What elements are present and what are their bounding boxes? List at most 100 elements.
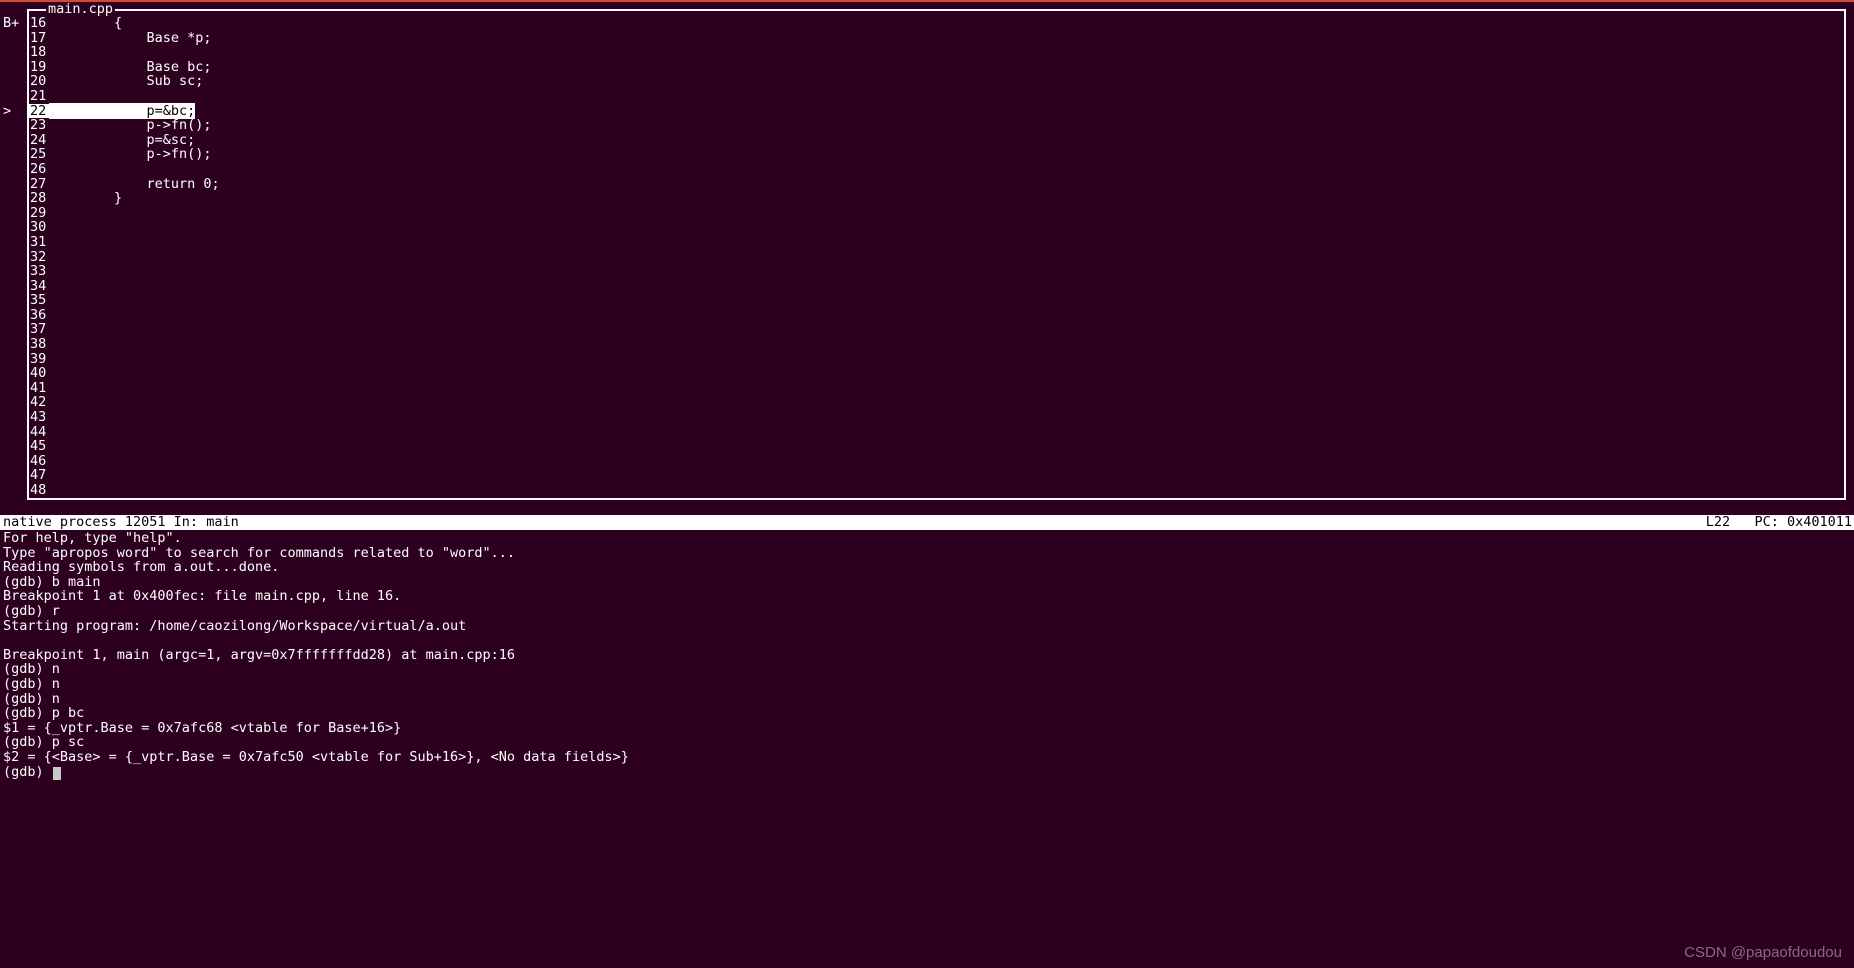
line-number: 33 (29, 264, 49, 279)
console-line (3, 633, 1851, 648)
source-line[interactable]: 29 (29, 206, 1844, 221)
line-text: p->fn(); (49, 147, 1844, 162)
line-text (49, 410, 1844, 425)
source-line[interactable]: 23 p->fn(); (29, 118, 1844, 133)
source-line[interactable]: 42 (29, 395, 1844, 410)
console-line: (gdb) n (3, 692, 1851, 707)
source-line[interactable]: 33 (29, 264, 1844, 279)
source-line[interactable]: 36 (29, 308, 1844, 323)
console-line: $2 = {<Base> = {_vptr.Base = 0x7afc50 <v… (3, 750, 1851, 765)
source-line[interactable]: 44 (29, 425, 1844, 440)
console-line: Starting program: /home/caozilong/Worksp… (3, 619, 1851, 634)
source-line[interactable]: 37 (29, 322, 1844, 337)
line-text (49, 264, 1844, 279)
line-number: 31 (29, 235, 49, 250)
line-number: 32 (29, 250, 49, 265)
console-line: Reading symbols from a.out...done. (3, 560, 1851, 575)
source-line[interactable]: 22 p=&bc; (29, 104, 1844, 119)
line-number: 19 (29, 60, 49, 75)
line-number: 25 (29, 147, 49, 162)
source-line[interactable]: 21 (29, 89, 1844, 104)
source-line[interactable]: 39 (29, 352, 1844, 367)
console-line: (gdb) r (3, 604, 1851, 619)
line-text: Base bc; (49, 60, 1844, 75)
line-number: 36 (29, 308, 49, 323)
source-line[interactable]: 17 Base *p; (29, 31, 1844, 46)
line-number: 17 (29, 31, 49, 46)
source-file-tab: main.cpp (46, 2, 115, 17)
source-line[interactable]: 31 (29, 235, 1844, 250)
source-line[interactable]: 16 { (29, 16, 1844, 31)
source-line[interactable]: 47 (29, 468, 1844, 483)
source-line[interactable]: 34 (29, 279, 1844, 294)
source-line[interactable]: 25 p->fn(); (29, 147, 1844, 162)
line-text (49, 381, 1844, 396)
line-text (49, 322, 1844, 337)
line-text (49, 293, 1844, 308)
line-text (49, 483, 1844, 498)
line-number: 42 (29, 395, 49, 410)
line-number: 41 (29, 381, 49, 396)
source-line[interactable]: 38 (29, 337, 1844, 352)
line-number: 43 (29, 410, 49, 425)
window-top-accent (0, 0, 1854, 2)
console-line: (gdb) n (3, 662, 1851, 677)
status-left: native process 12051 In: main (3, 515, 239, 530)
console-line: $1 = {_vptr.Base = 0x7afc68 <vtable for … (3, 721, 1851, 736)
source-line[interactable]: 27 return 0; (29, 177, 1844, 192)
line-number: 34 (29, 279, 49, 294)
line-text (49, 468, 1844, 483)
line-number: 30 (29, 220, 49, 235)
line-text (49, 162, 1844, 177)
source-line[interactable]: 41 (29, 381, 1844, 396)
source-line[interactable]: 45 (29, 439, 1844, 454)
source-line[interactable]: 35 (29, 293, 1844, 308)
line-text (49, 220, 1844, 235)
line-number: 46 (29, 454, 49, 469)
status-bar: native process 12051 In: main L22 PC: 0x… (0, 515, 1854, 530)
line-number: 45 (29, 439, 49, 454)
line-text (49, 89, 1844, 104)
source-line[interactable]: 30 (29, 220, 1844, 235)
cursor (53, 767, 61, 780)
line-number: 40 (29, 366, 49, 381)
source-line[interactable]: 46 (29, 454, 1844, 469)
source-line[interactable]: 24 p=&sc; (29, 133, 1844, 148)
line-text (49, 439, 1844, 454)
line-number: 38 (29, 337, 49, 352)
source-line[interactable]: 48 (29, 483, 1844, 498)
source-line[interactable]: 19 Base bc; (29, 60, 1844, 75)
line-number: 44 (29, 425, 49, 440)
line-number: 37 (29, 322, 49, 337)
watermark: CSDN @papaofdoudou (1684, 946, 1842, 961)
gdb-console[interactable]: For help, type "help".Type "apropos word… (3, 531, 1851, 968)
source-line[interactable]: 26 (29, 162, 1844, 177)
line-number: 22 (29, 104, 49, 119)
source-line[interactable]: 18 (29, 45, 1844, 60)
source-line[interactable]: 40 (29, 366, 1844, 381)
line-text: } (49, 191, 1844, 206)
line-text: p->fn(); (49, 118, 1844, 133)
line-text (49, 45, 1844, 60)
source-line[interactable]: 43 (29, 410, 1844, 425)
console-line: (gdb) (3, 765, 1851, 780)
source-line[interactable]: 20 Sub sc; (29, 74, 1844, 89)
line-text (49, 337, 1844, 352)
line-number: 27 (29, 177, 49, 192)
source-line[interactable]: 28 } (29, 191, 1844, 206)
console-line: (gdb) p sc (3, 735, 1851, 750)
console-line: (gdb) p bc (3, 706, 1851, 721)
console-line: (gdb) b main (3, 575, 1851, 590)
line-text (49, 308, 1844, 323)
line-text (49, 366, 1844, 381)
console-line: Breakpoint 1, main (argc=1, argv=0x7ffff… (3, 648, 1851, 663)
line-text: return 0; (49, 177, 1844, 192)
line-number: 47 (29, 468, 49, 483)
console-line: Type "apropos word" to search for comman… (3, 546, 1851, 561)
line-text (49, 454, 1844, 469)
source-line[interactable]: 32 (29, 250, 1844, 265)
line-number: 39 (29, 352, 49, 367)
line-text (49, 395, 1844, 410)
source-pane[interactable]: 16 {17 Base *p;1819 Base bc;20 Sub sc;21… (27, 9, 1846, 500)
line-number: 26 (29, 162, 49, 177)
